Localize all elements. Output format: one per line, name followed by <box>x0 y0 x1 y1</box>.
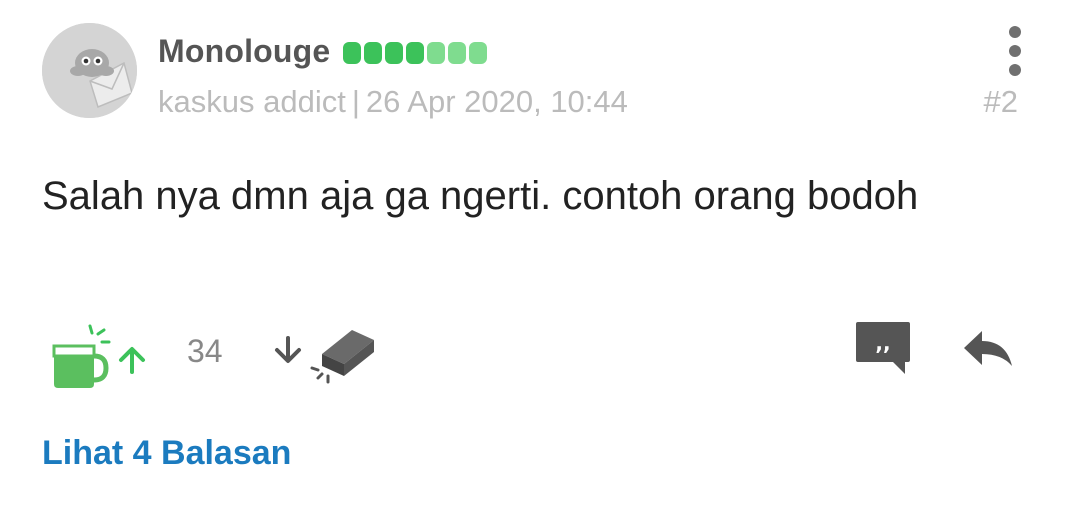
reputation-bar <box>343 42 487 64</box>
post-meta: kaskus addict | 26 Apr 2020, 10:44 <box>158 84 628 120</box>
more-dot <box>1009 64 1021 76</box>
upvote-button[interactable] <box>48 320 158 390</box>
meta-separator: | <box>351 84 360 119</box>
user-rank: kaskus addict <box>158 84 346 119</box>
quote-icon: ,, <box>856 322 910 374</box>
downvote-button[interactable] <box>270 322 380 392</box>
quote-button[interactable]: ,, <box>855 320 911 376</box>
username[interactable]: Monolouge <box>158 33 330 70</box>
more-vertical-icon[interactable] <box>1000 26 1030 76</box>
more-dot <box>1009 45 1021 57</box>
reputation-dot <box>469 42 487 64</box>
post-actions: 34 ,, <box>0 310 1080 390</box>
reputation-dot <box>448 42 466 64</box>
avatar[interactable] <box>42 23 137 118</box>
reputation-dot <box>406 42 424 64</box>
post-content: Salah nya dmn aja ga ngerti. contoh oran… <box>42 174 919 218</box>
post-number[interactable]: #2 <box>984 84 1018 120</box>
reputation-dot <box>364 42 382 64</box>
brick-icon <box>310 330 374 384</box>
reputation-dot <box>385 42 403 64</box>
post-timestamp: 26 Apr 2020, 10:44 <box>365 84 628 119</box>
arrow-down-icon <box>275 336 301 363</box>
reputation-dot <box>343 42 361 64</box>
post-card: Monolouge kaskus addict | 26 Apr 2020, 10:… <box>0 0 1080 531</box>
view-replies-link[interactable]: Lihat 4 Balasan <box>42 434 291 473</box>
reply-button[interactable] <box>962 328 1014 368</box>
more-dot <box>1009 26 1021 38</box>
arrow-up-icon <box>119 347 145 374</box>
reply-arrow-icon <box>964 331 1012 366</box>
reputation-dot <box>427 42 445 64</box>
kaskus-bot-avatar-icon <box>42 23 137 118</box>
svg-text:,,: ,, <box>875 331 890 355</box>
vote-count: 34 <box>187 333 223 369</box>
